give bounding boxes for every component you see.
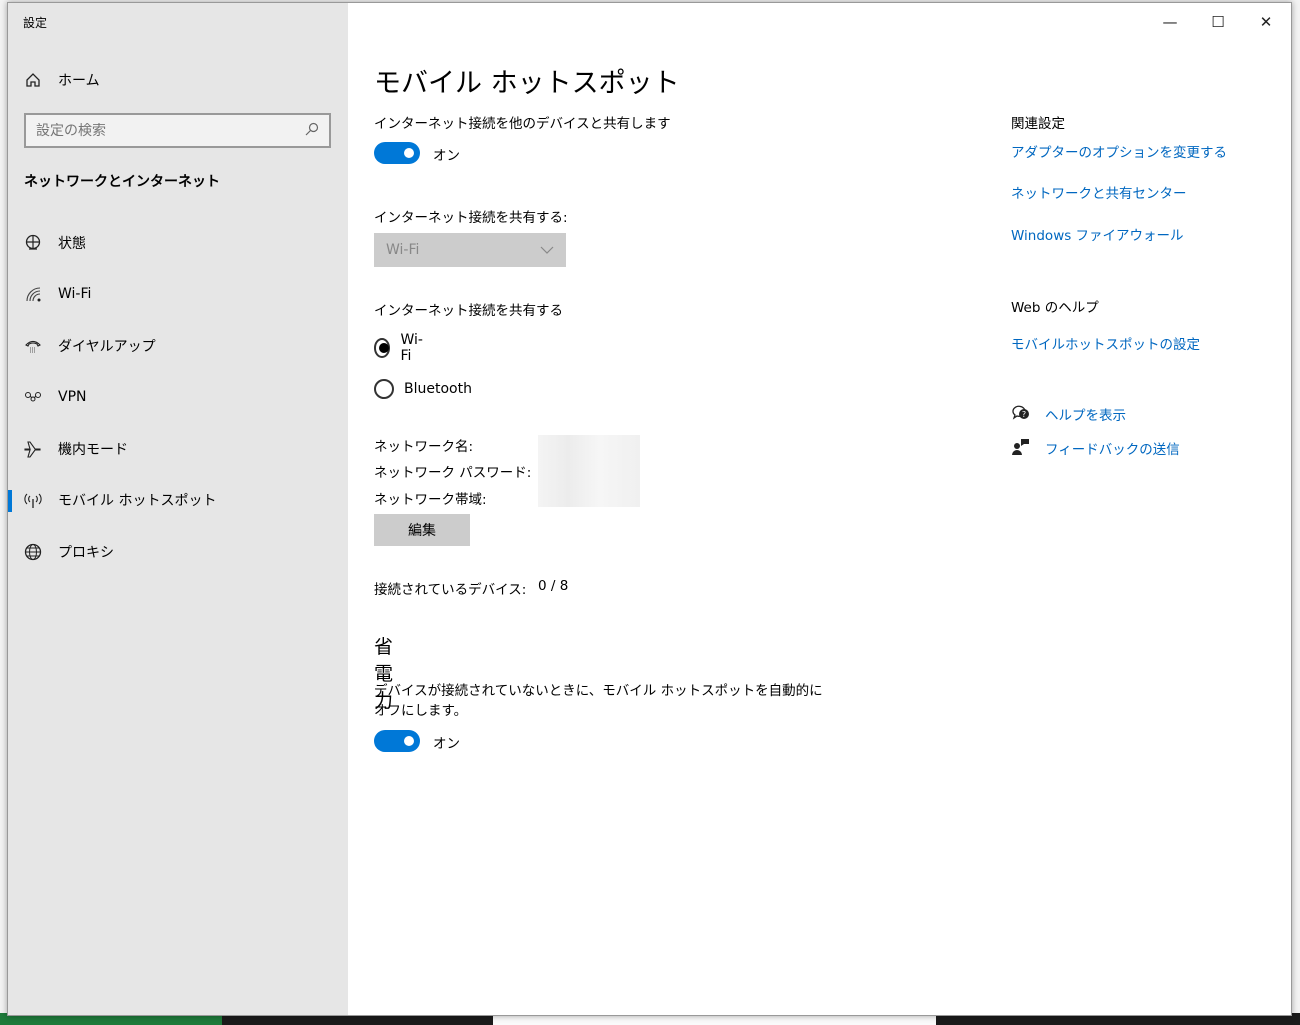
radio-wifi-label: Wi-Fi <box>400 332 423 364</box>
sidebar-item-hotspot[interactable]: モバイル ホットスポット <box>8 475 348 527</box>
settings-window: 設定 ホーム ネットワークとインターネット 状態 Wi-Fi ダイヤルアップ V… <box>7 2 1292 1016</box>
sidebar-item-label: 状態 <box>58 235 86 252</box>
redacted-network-info <box>538 435 640 507</box>
network-name-label: ネットワーク名: <box>374 439 474 455</box>
search-icon[interactable] <box>305 122 319 140</box>
power-toggle[interactable] <box>374 730 420 752</box>
sidebar-item-label: プロキシ <box>58 544 114 561</box>
globe-icon <box>24 543 42 561</box>
share-from-label: インターネット接続を共有する: <box>374 210 568 226</box>
phone-icon <box>24 337 42 355</box>
edit-button[interactable]: 編集 <box>374 514 470 546</box>
sidebar-item-airplane[interactable]: 機内モード <box>8 423 348 475</box>
sidebar-item-proxy[interactable]: プロキシ <box>8 526 348 578</box>
home-label: ホーム <box>58 73 100 89</box>
airplane-icon <box>24 440 42 458</box>
help-chat-icon: ? <box>1011 404 1031 426</box>
share-toggle-state: オン <box>433 148 460 164</box>
feedback-icon <box>1011 438 1031 460</box>
hotspot-icon <box>24 491 42 509</box>
page-title: モバイル ホットスポット <box>374 68 680 99</box>
share-from-value: Wi-Fi <box>386 242 420 258</box>
home-icon <box>24 71 42 89</box>
feedback-link[interactable]: フィードバックの送信 <box>1045 438 1180 458</box>
sidebar-item-vpn[interactable]: VPN <box>8 372 348 424</box>
share-over-label: インターネット接続を共有する <box>374 303 563 319</box>
svg-text:?: ? <box>1022 410 1026 419</box>
radio-unselected-icon <box>374 379 394 399</box>
minimize-button[interactable]: — <box>1147 9 1193 35</box>
sidebar-nav: 状態 Wi-Fi ダイヤルアップ VPN 機内モード モバイル ホットスポット … <box>8 217 348 578</box>
maximize-button[interactable]: ☐ <box>1195 9 1241 35</box>
globe-monitor-icon <box>24 234 42 252</box>
power-toggle-state: オン <box>433 736 460 752</box>
radio-selected-icon <box>374 338 391 358</box>
radio-bluetooth[interactable]: Bluetooth <box>374 379 472 399</box>
web-help-heading: Web のヘルプ <box>1011 300 1099 316</box>
sidebar-item-label: Wi-Fi <box>58 286 92 303</box>
sidebar-item-label: モバイル ホットスポット <box>58 493 217 510</box>
hotspot-help-link[interactable]: モバイルホットスポットの設定 <box>1011 333 1200 353</box>
search-input[interactable] <box>36 122 286 139</box>
sharing-center-link[interactable]: ネットワークと共有センター <box>1011 182 1187 202</box>
devices-count: 0 / 8 <box>538 578 569 594</box>
sidebar-item-label: 機内モード <box>58 441 128 458</box>
power-description: デバイスが接続されていないときに、モバイル ホットスポットを自動的にオフにします… <box>374 683 823 719</box>
sidebar-item-label: ダイヤルアップ <box>58 338 156 355</box>
network-band-label: ネットワーク帯域: <box>374 492 487 508</box>
firewall-link[interactable]: Windows ファイアウォール <box>1011 224 1184 244</box>
radio-bluetooth-label: Bluetooth <box>404 381 472 397</box>
window-title: 設定 <box>23 16 48 30</box>
share-toggle[interactable] <box>374 142 420 164</box>
wifi-icon <box>24 285 42 303</box>
search-box[interactable] <box>24 113 331 148</box>
get-help-link[interactable]: ヘルプを表示 <box>1045 404 1126 424</box>
sidebar-item-label: VPN <box>58 389 87 406</box>
network-password-label: ネットワーク パスワード: <box>374 465 532 481</box>
home-link[interactable]: ホーム <box>24 70 100 90</box>
adapter-options-link[interactable]: アダプターのオプションを変更する <box>1011 141 1227 161</box>
share-label: インターネット接続を他のデバイスと共有します <box>374 116 671 132</box>
sidebar-item-status[interactable]: 状態 <box>8 217 348 269</box>
devices-label: 接続されているデバイス: <box>374 582 527 598</box>
vpn-icon <box>24 388 42 406</box>
category-heading: ネットワークとインターネット <box>24 174 220 190</box>
radio-wifi[interactable]: Wi-Fi <box>374 332 426 364</box>
related-heading: 関連設定 <box>1011 116 1065 132</box>
sidebar-item-dialup[interactable]: ダイヤルアップ <box>8 320 348 372</box>
chevron-down-icon <box>540 242 554 258</box>
close-button[interactable]: ✕ <box>1243 9 1289 35</box>
share-from-dropdown[interactable]: Wi-Fi <box>374 233 566 267</box>
sidebar-item-wifi[interactable]: Wi-Fi <box>8 269 348 321</box>
sidebar: 設定 ホーム ネットワークとインターネット 状態 Wi-Fi ダイヤルアップ V… <box>8 3 348 1015</box>
